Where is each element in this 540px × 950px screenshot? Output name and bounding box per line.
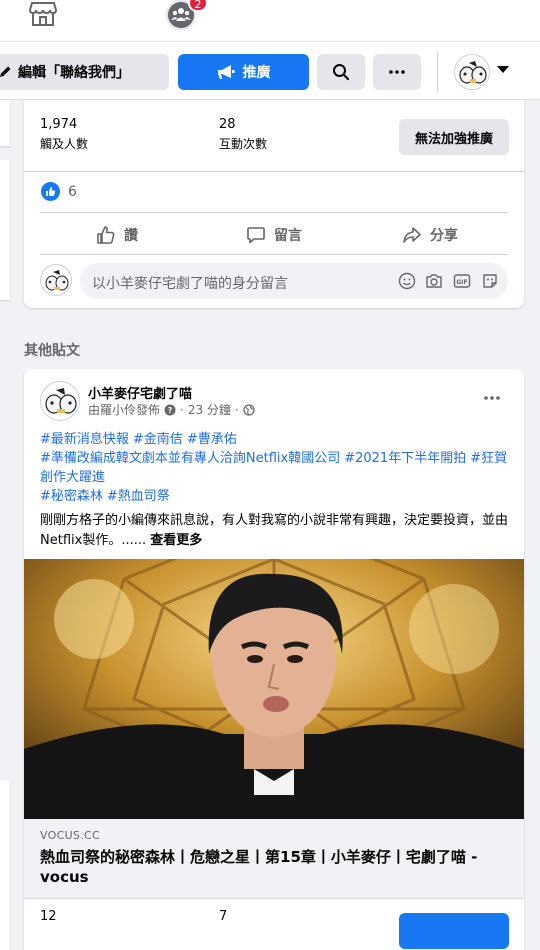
globe-icon: [243, 403, 255, 416]
search-icon: [333, 64, 350, 81]
post-body-text: 剛剛方格子的小編傳來訊息說，有人對我寫的小說非常有興趣，決定要投資，並由Netf…: [40, 511, 514, 551]
post-time[interactable]: 23 分鐘: [188, 401, 231, 418]
notification-badge: 2: [188, 0, 208, 12]
engagement-value: 7: [219, 909, 228, 924]
engagement-label: 互動次數: [219, 137, 268, 151]
hashtag-link[interactable]: #熱血司祭: [107, 489, 170, 504]
hashtag-link[interactable]: #最新消息快報: [40, 432, 129, 447]
post-body: 剛剛方格子的小編傳來訊息說，有人對我寫的小說非常有興趣，決定要投資，並由Netf…: [40, 513, 509, 548]
comment-label: 留言: [274, 228, 302, 244]
share-icon: [403, 227, 421, 243]
share-button[interactable]: 分享: [402, 224, 458, 246]
hashtag-link[interactable]: #曹承佑: [187, 432, 237, 447]
edit-contact-button[interactable]: 編輯「聯絡我們」: [0, 54, 169, 90]
edit-contact-label: 編輯「聯絡我們」: [18, 65, 130, 81]
divider: [40, 212, 508, 213]
like-reaction-icon[interactable]: [41, 182, 60, 201]
divider: [24, 171, 524, 172]
comment-input[interactable]: 以小羊麥仔宅劇了喵的身分留言 GIF: [80, 263, 508, 299]
more-options-button[interactable]: [373, 54, 421, 90]
like-label: 讚: [124, 228, 138, 244]
left-panel-fragment: [0, 160, 10, 300]
boost-button[interactable]: 推廣: [178, 54, 309, 90]
gif-icon[interactable]: GIF: [453, 272, 471, 290]
hashtag-link[interactable]: #秘密森林: [40, 489, 103, 504]
svg-text:GIF: GIF: [456, 279, 467, 286]
reach-value: 1,974: [40, 117, 78, 132]
store-icon[interactable]: [29, 1, 57, 27]
svg-text:?: ?: [168, 406, 173, 415]
author-avatar[interactable]: [40, 381, 80, 421]
engagement-value: 28: [219, 117, 236, 132]
comment-button[interactable]: 留言: [246, 224, 302, 246]
reaction-count[interactable]: 6: [68, 184, 77, 200]
page-action-bar: 編輯「聯絡我們」 推廣: [0, 42, 540, 100]
like-button[interactable]: 讚: [96, 224, 138, 246]
caret-down-icon[interactable]: [497, 66, 509, 73]
share-label: 分享: [430, 228, 458, 244]
camera-icon[interactable]: [425, 272, 443, 290]
other-posts-heading: 其他貼文: [24, 343, 80, 359]
posted-by: 由羅小伶發佈: [88, 403, 161, 417]
top-navigation: 2: [0, 0, 540, 42]
post-more-options-button[interactable]: [480, 385, 504, 409]
sticker-icon[interactable]: [481, 272, 499, 290]
left-panel-fragment: [0, 780, 10, 950]
see-more-link[interactable]: 查看更多: [150, 533, 202, 548]
link-title[interactable]: 熱血司祭的秘密森林丨危戀之星丨第15章丨小羊麥仔丨宅劇了喵 - vocus: [40, 847, 500, 887]
cannot-boost-button[interactable]: 無法加強推廣: [399, 119, 509, 155]
hashtag-list: #最新消息快報 #金南佶 #曹承佑 #準備改編成韓文劇本並有專人洽詢Netflix韓…: [40, 430, 510, 506]
reach-value: 12: [40, 909, 57, 924]
toolbar-divider: [437, 52, 438, 92]
more-icon: [389, 70, 405, 74]
post-card: 小羊麥仔宅劇了喵 由羅小伶發佈 ? · 23 分鐘 · #最新消息快報 #金南佶 #…: [24, 369, 524, 950]
boost-post-button[interactable]: [399, 913, 509, 949]
meta-separator: ·: [180, 402, 184, 417]
commenter-avatar: [40, 264, 72, 296]
page-avatar[interactable]: [454, 54, 490, 90]
post-card: 1,974 觸及人數 28 互動次數 無法加強推廣 6 讚 留言 分享 以小羊麥…: [24, 100, 524, 308]
reach-label: 觸及人數: [40, 137, 89, 151]
hashtag-link[interactable]: #2021年下半年開拍: [344, 451, 466, 466]
divider: [40, 254, 508, 255]
meta-separator: ·: [234, 402, 239, 417]
post-image[interactable]: [24, 559, 524, 819]
search-button[interactable]: [317, 54, 365, 90]
info-icon[interactable]: ?: [164, 404, 176, 416]
post-author-name[interactable]: 小羊麥仔宅劇了喵: [88, 383, 192, 402]
megaphone-icon: [217, 65, 234, 79]
hashtag-link[interactable]: #金南佶: [133, 432, 183, 447]
left-panel-fragment: [0, 100, 10, 146]
hashtag-link[interactable]: #準備改編成韓文劇本並有專人洽詢Netflix韓國公司: [40, 451, 340, 466]
more-icon: [484, 396, 500, 400]
boost-label: 推廣: [242, 65, 271, 81]
comment-icon: [247, 227, 265, 244]
pencil-icon: [0, 66, 11, 77]
link-preview[interactable]: VOCUS.CC 熱血司祭的秘密森林丨危戀之星丨第15章丨小羊麥仔丨宅劇了喵 -…: [24, 819, 524, 899]
emoji-icon[interactable]: [398, 272, 416, 290]
like-icon: [97, 226, 115, 244]
link-domain: VOCUS.CC: [40, 829, 100, 842]
comment-placeholder: 以小羊麥仔宅劇了喵的身分留言: [92, 276, 288, 292]
post-meta: 由羅小伶發佈 ? · 23 分鐘 ·: [88, 401, 255, 418]
